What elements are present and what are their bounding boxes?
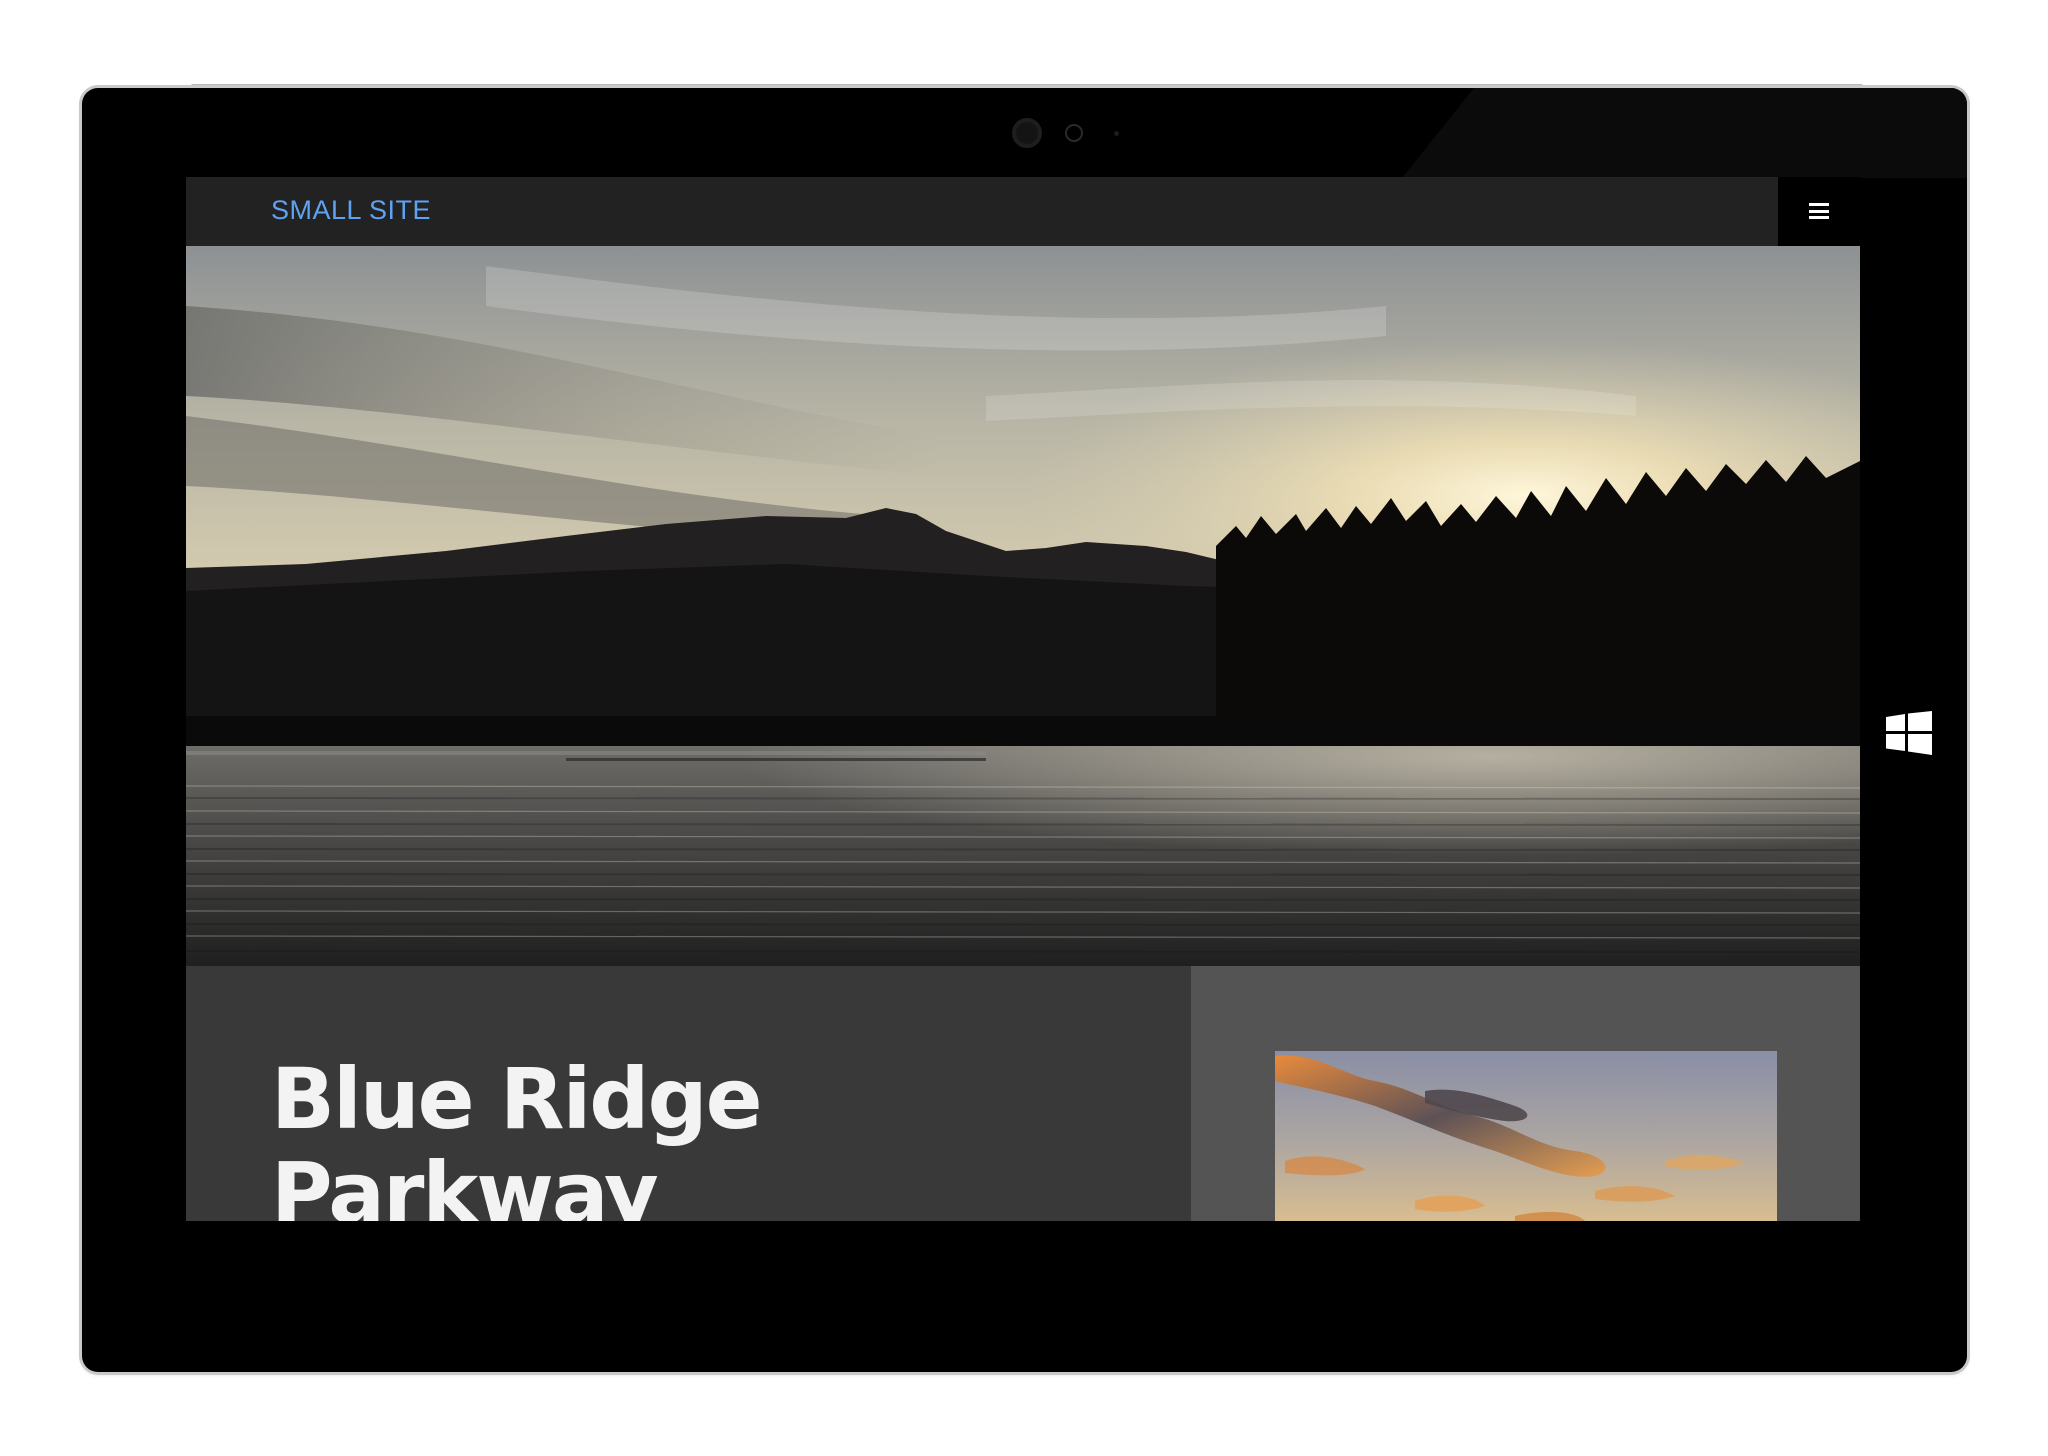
menu-button[interactable] [1778, 177, 1860, 246]
sunset-clouds-photo [1275, 1051, 1777, 1221]
camera-sensor-icon [1067, 126, 1081, 140]
tablet-device: SMALL SITE Blue Ridge Parkway [82, 88, 1967, 1372]
tablet-screen: SMALL SITE Blue Ridge Parkway [186, 177, 1860, 1221]
site-title-link[interactable]: SMALL SITE [271, 195, 431, 226]
sunset-thumbnail [1275, 1051, 1777, 1221]
page-title-line1: Blue Ridge [271, 1050, 763, 1148]
windows-logo-icon[interactable] [1886, 711, 1932, 755]
lake-sunset-photo [186, 246, 1860, 966]
hamburger-menu-icon [1809, 203, 1829, 219]
page-title-line2: Parkway [271, 1144, 659, 1221]
intro-panel: Blue Ridge Parkway [186, 966, 1191, 1221]
bezel-glare [1402, 88, 1967, 178]
camera-icon [1012, 118, 1042, 148]
image-panel [1191, 966, 1860, 1221]
screenshot-scene: SMALL SITE Blue Ridge Parkway [0, 0, 2048, 1456]
top-navbar: SMALL SITE [186, 177, 1860, 246]
camera-led-icon [1114, 131, 1119, 136]
page-title: Blue Ridge Parkway [271, 1052, 971, 1221]
hero-image [186, 246, 1860, 966]
